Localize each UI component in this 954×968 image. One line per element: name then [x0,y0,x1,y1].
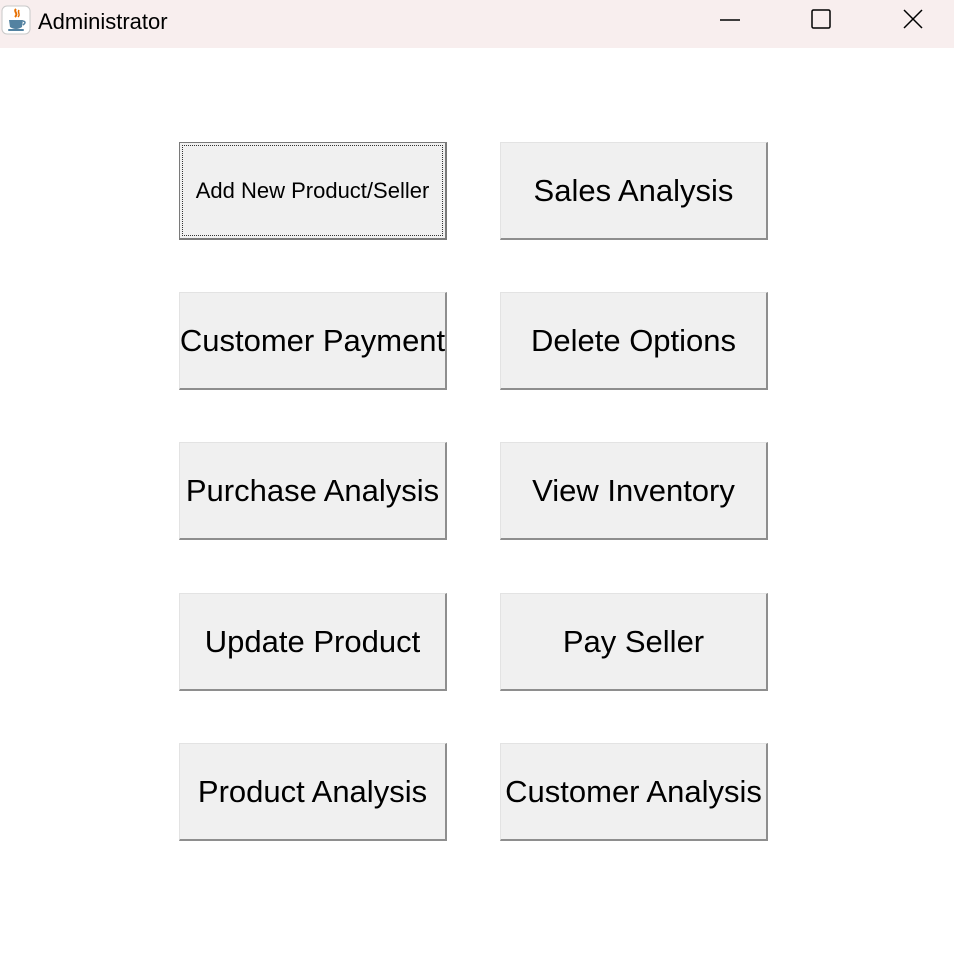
button-label: Delete Options [530,322,737,358]
button-label: Update Product [204,623,421,659]
sales-analysis-button[interactable]: Sales Analysis [500,142,768,240]
button-label: Add New Product/Seller [195,177,430,203]
button-panel: Add New Product/Seller Sales Analysis Cu… [0,48,954,968]
button-label: Pay Seller [562,623,705,659]
product-analysis-button[interactable]: Product Analysis [179,743,447,841]
customer-analysis-button[interactable]: Customer Analysis [500,743,768,841]
java-coffee-cup-icon[interactable] [1,5,31,35]
minimize-button[interactable] [707,0,753,44]
maximize-icon [809,8,833,37]
close-icon [901,8,925,37]
button-label: Customer Analysis [505,773,762,809]
update-product-button[interactable]: Update Product [179,593,447,691]
button-label: Sales Analysis [533,172,734,208]
window-title: Administrator [38,9,168,34]
button-label: Purchase Analysis [185,472,440,508]
administrator-window: Administrator Add New Product/Seller Sal… [0,0,954,968]
delete-options-button[interactable]: Delete Options [500,292,768,390]
close-button[interactable] [890,0,936,44]
title-bar[interactable]: Administrator [0,0,954,48]
purchase-analysis-button[interactable]: Purchase Analysis [179,442,447,540]
customer-payment-button[interactable]: Customer Payment [179,292,447,390]
maximize-button[interactable] [798,0,844,44]
add-new-product-seller-button[interactable]: Add New Product/Seller [179,142,447,240]
button-label: Product Analysis [197,773,428,809]
minimize-icon [718,8,742,37]
view-inventory-button[interactable]: View Inventory [500,442,768,540]
button-label: View Inventory [532,472,735,508]
pay-seller-button[interactable]: Pay Seller [500,593,768,691]
button-label: Customer Payment [179,322,446,358]
